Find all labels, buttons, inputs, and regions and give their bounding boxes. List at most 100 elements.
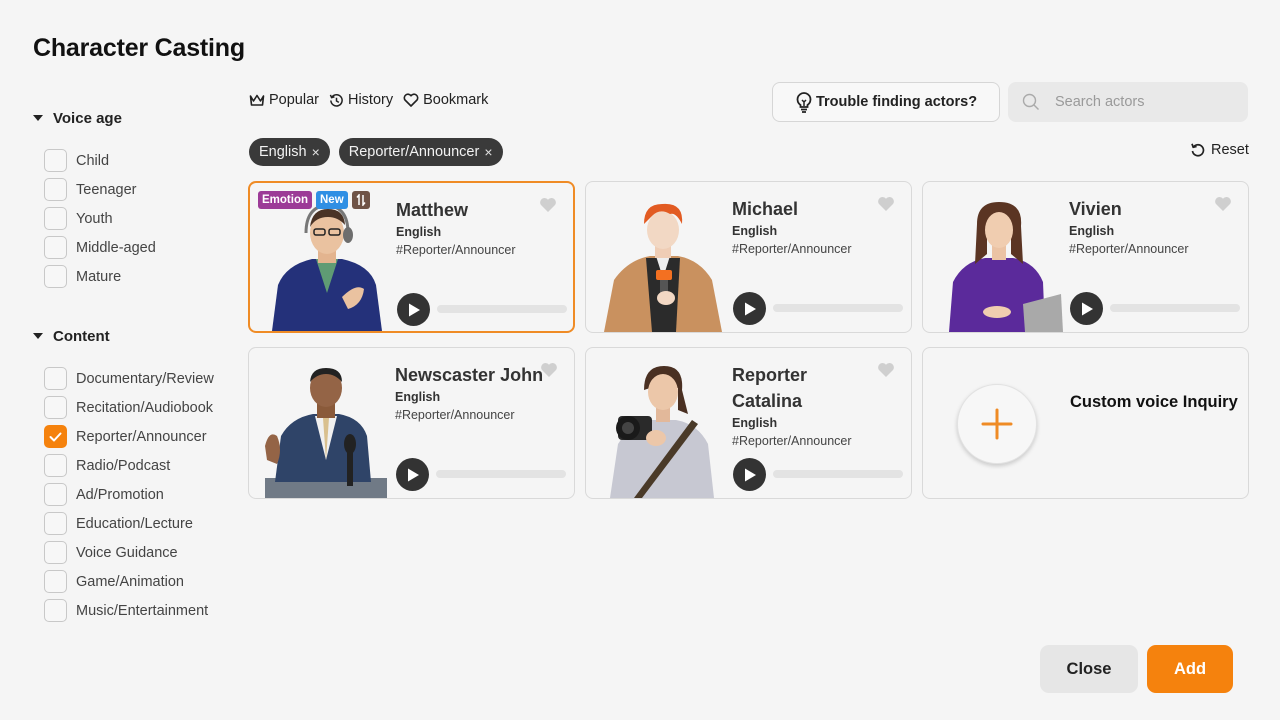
- filter-chip-reporter-announcer[interactable]: Reporter/Announcer ×: [338, 138, 503, 166]
- checkbox[interactable]: [44, 541, 67, 564]
- actor-portrait: [600, 360, 726, 498]
- play-icon: [744, 302, 756, 315]
- actor-language: English: [732, 224, 778, 238]
- filter-option-youth[interactable]: Youth: [44, 204, 232, 233]
- checkbox[interactable]: [44, 149, 67, 172]
- filter-option-radio-podcast[interactable]: Radio/Podcast: [44, 451, 232, 480]
- remove-chip-icon[interactable]: ×: [484, 144, 492, 160]
- add-custom-voice-button[interactable]: [957, 384, 1037, 464]
- badge-emotion: Emotion: [258, 191, 312, 209]
- add-button[interactable]: Add: [1147, 645, 1233, 693]
- lightbulb-icon: [796, 92, 812, 113]
- search-input[interactable]: [1055, 94, 1225, 110]
- actor-card[interactable]: Reporter Catalina English #Reporter/Announ…: [585, 347, 912, 499]
- actor-portrait: [264, 193, 390, 331]
- reset-filters-button[interactable]: Reset: [1190, 142, 1249, 158]
- play-button[interactable]: [1070, 292, 1103, 325]
- filter-option-label: Ad/Promotion: [76, 486, 164, 503]
- checkbox[interactable]: [44, 396, 67, 419]
- bookmark-heart-icon[interactable]: [877, 196, 895, 217]
- checkbox[interactable]: [44, 570, 67, 593]
- filter-option-voice-guidance[interactable]: Voice Guidance: [44, 538, 232, 567]
- audio-progress-track[interactable]: [437, 305, 567, 313]
- nav-bookmark[interactable]: Bookmark: [403, 92, 488, 108]
- trouble-finding-actors-button[interactable]: Trouble finding actors?: [772, 82, 1000, 122]
- filter-group-voice-age: Voice age Child Teenager Youth Middle-aged M…: [32, 106, 232, 291]
- play-button[interactable]: [396, 458, 429, 491]
- filter-option-education-lecture[interactable]: Education/Lecture: [44, 509, 232, 538]
- search-box: [1008, 82, 1248, 122]
- checkbox[interactable]: [44, 425, 67, 448]
- custom-voice-label: Custom voice Inquiry: [1070, 393, 1238, 411]
- badge-new: New: [316, 191, 348, 209]
- nav-history-label: History: [347, 92, 394, 108]
- play-button[interactable]: [397, 293, 430, 326]
- filter-option-label: Documentary/Review: [76, 370, 214, 387]
- filter-option-label: Mature: [76, 268, 122, 285]
- audio-progress-track[interactable]: [773, 470, 903, 478]
- filter-option-middle-aged[interactable]: Middle-aged: [44, 233, 232, 262]
- filter-option-child[interactable]: Child: [44, 146, 232, 175]
- search-icon: [1022, 93, 1039, 110]
- checkbox[interactable]: [44, 367, 67, 390]
- filter-chip-english[interactable]: English ×: [249, 138, 330, 166]
- filter-option-reporter-announcer[interactable]: Reporter/Announcer: [44, 422, 232, 451]
- filter-group-header[interactable]: Content: [32, 324, 232, 348]
- remove-chip-icon[interactable]: ×: [312, 144, 320, 160]
- caret-down-icon: [33, 333, 43, 339]
- audio-progress-track[interactable]: [1110, 304, 1240, 312]
- custom-voice-inquiry-card[interactable]: Custom voice Inquiry: [922, 347, 1249, 499]
- checkbox[interactable]: [44, 599, 67, 622]
- actor-portrait: [600, 194, 726, 332]
- actor-name: Matthew: [396, 200, 468, 220]
- bookmark-heart-icon[interactable]: [539, 197, 557, 218]
- actor-info: Newscaster John English #Reporter/Announce…: [395, 362, 545, 424]
- checkbox[interactable]: [44, 454, 67, 477]
- filter-option-teenager[interactable]: Teenager: [44, 175, 232, 204]
- filter-option-music-entertainment[interactable]: Music/Entertainment: [44, 596, 232, 625]
- nav-history[interactable]: History: [329, 92, 393, 108]
- actor-tag: #Reporter/Announcer: [732, 242, 852, 256]
- actor-card[interactable]: Emotion New Matthew English #Reporter/Announ…: [248, 181, 575, 333]
- checkbox[interactable]: [44, 483, 67, 506]
- play-button[interactable]: [733, 458, 766, 491]
- checkbox[interactable]: [44, 512, 67, 535]
- filter-option-label: Teenager: [76, 181, 137, 198]
- actor-name: Vivien: [1069, 199, 1122, 219]
- audio-progress-track[interactable]: [436, 470, 566, 478]
- filter-option-label: Child: [76, 152, 110, 169]
- bookmark-heart-icon[interactable]: [540, 362, 558, 383]
- play-icon: [744, 468, 756, 481]
- sort-arrows-icon: [351, 191, 370, 209]
- filter-option-mature[interactable]: Mature: [44, 262, 232, 291]
- actor-tag: #Reporter/Announcer: [732, 434, 852, 448]
- bookmark-heart-icon[interactable]: [1214, 196, 1232, 217]
- actor-card[interactable]: Vivien English #Reporter/Announcer: [922, 181, 1249, 333]
- checkbox[interactable]: [44, 236, 67, 259]
- filter-group-header[interactable]: Voice age: [32, 106, 232, 130]
- play-icon: [408, 303, 420, 316]
- nav-popular[interactable]: Popular: [249, 92, 319, 108]
- filter-option-label: Youth: [76, 210, 113, 227]
- close-button[interactable]: Close: [1040, 645, 1138, 693]
- checkbox[interactable]: [44, 207, 67, 230]
- checkbox[interactable]: [44, 178, 67, 201]
- actor-badges: Emotion New: [258, 191, 370, 209]
- checkbox[interactable]: [44, 265, 67, 288]
- page-title: Character Casting: [33, 34, 245, 62]
- filter-option-recitation-audiobook[interactable]: Recitation/Audiobook: [44, 393, 232, 422]
- filter-option-documentary-review[interactable]: Documentary/Review: [44, 364, 232, 393]
- reset-icon: [1191, 143, 1205, 157]
- filter-option-game-animation[interactable]: Game/Animation: [44, 567, 232, 596]
- play-button[interactable]: [733, 292, 766, 325]
- actor-tag: #Reporter/Announcer: [1069, 242, 1189, 256]
- actor-tag: #Reporter/Announcer: [396, 243, 516, 257]
- filter-option-label: Music/Entertainment: [76, 602, 209, 619]
- actor-info: Michael English #Reporter/Announcer: [732, 196, 882, 258]
- audio-progress-track[interactable]: [773, 304, 903, 312]
- actor-card[interactable]: Newscaster John English #Reporter/Announce…: [248, 347, 575, 499]
- actor-card[interactable]: Michael English #Reporter/Announcer: [585, 181, 912, 333]
- filter-option-ad-promotion[interactable]: Ad/Promotion: [44, 480, 232, 509]
- bookmark-heart-icon[interactable]: [877, 362, 895, 383]
- top-nav: Popular History Bookmark: [249, 92, 488, 108]
